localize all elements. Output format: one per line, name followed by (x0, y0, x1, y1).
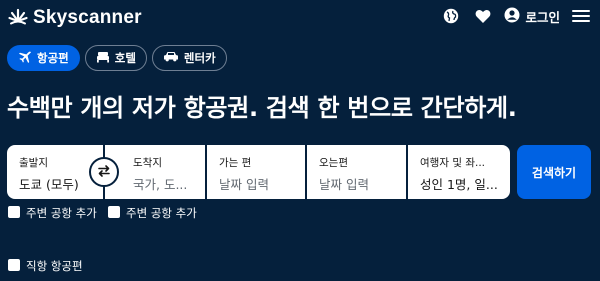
login-label: 로그인 (525, 9, 560, 25)
tab-flights-label: 항공편 (37, 51, 69, 65)
return-placeholder: 날짜 입력 (319, 177, 369, 192)
tab-car-hire-label: 렌터카 (183, 51, 216, 65)
nearby-airports-from-checkbox[interactable]: 주변 공항 추가 (8, 205, 104, 222)
airplane-icon (18, 50, 32, 67)
swap-locations-button[interactable] (89, 157, 119, 187)
return-date-field[interactable]: 오는편 날짜 입력 (307, 145, 406, 199)
globe-icon[interactable] (440, 5, 462, 27)
skyscanner-logo-icon (8, 6, 28, 30)
product-tabs: 항공편 호텔 렌터카 (7, 45, 227, 71)
tab-flights[interactable]: 항공편 (7, 45, 80, 71)
brand-name: Skyscanner (33, 7, 142, 28)
page-headline: 수백만 개의 저가 항공권. 검색 한 번으로 간단하게. (7, 94, 517, 122)
from-value: 도쿄 (모두) (19, 177, 79, 192)
checkbox-box[interactable] (8, 259, 20, 271)
heart-icon[interactable] (472, 5, 494, 27)
checkbox-box[interactable] (108, 206, 120, 218)
search-button[interactable]: 검색하기 (517, 145, 591, 199)
skyscanner-logo[interactable]: Skyscanner (8, 6, 142, 30)
tab-car-hire[interactable]: 렌터카 (151, 45, 227, 71)
to-placeholder: 국가, 도... (133, 177, 188, 192)
login-button[interactable]: 로그인 (504, 7, 560, 26)
car-icon (163, 51, 179, 65)
nearby-airports-to-label: 주변 공항 추가 (126, 206, 197, 220)
menu-icon[interactable] (570, 5, 592, 27)
travelers-value: 성인 1명, 일... (420, 177, 498, 192)
top-header: Skyscanner 로그인 (0, 0, 600, 34)
depart-date-field[interactable]: 가는 편 날짜 입력 (207, 145, 305, 199)
return-label: 오는편 (319, 157, 348, 169)
bed-icon (96, 51, 110, 66)
depart-placeholder: 날짜 입력 (219, 177, 269, 192)
direct-flights-checkbox[interactable]: 직항 항공편 (8, 258, 83, 275)
nearby-airports-to-checkbox[interactable]: 주변 공항 추가 (108, 205, 204, 222)
travelers-cabin-field[interactable]: 여행자 및 좌... 성인 1명, 일... (408, 145, 510, 199)
header-actions: 로그인 (440, 5, 592, 27)
nearby-airports-from-label: 주변 공항 추가 (26, 206, 97, 220)
tab-hotels-label: 호텔 (114, 51, 136, 65)
from-label: 출발지 (19, 157, 48, 169)
to-field[interactable]: 도착지 국가, 도... (105, 145, 205, 199)
direct-flights-label: 직항 항공편 (26, 259, 83, 273)
flight-search-form: 출발지 도쿄 (모두) 도착지 국가, 도... 가는 편 날짜 입력 오는편 … (7, 145, 591, 199)
tab-hotels[interactable]: 호텔 (84, 45, 147, 71)
checkbox-box[interactable] (8, 206, 20, 218)
swap-icon (97, 163, 111, 182)
travelers-label: 여행자 및 좌... (420, 157, 485, 169)
to-label: 도착지 (133, 157, 162, 169)
user-icon (504, 7, 520, 26)
depart-label: 가는 편 (219, 157, 252, 169)
